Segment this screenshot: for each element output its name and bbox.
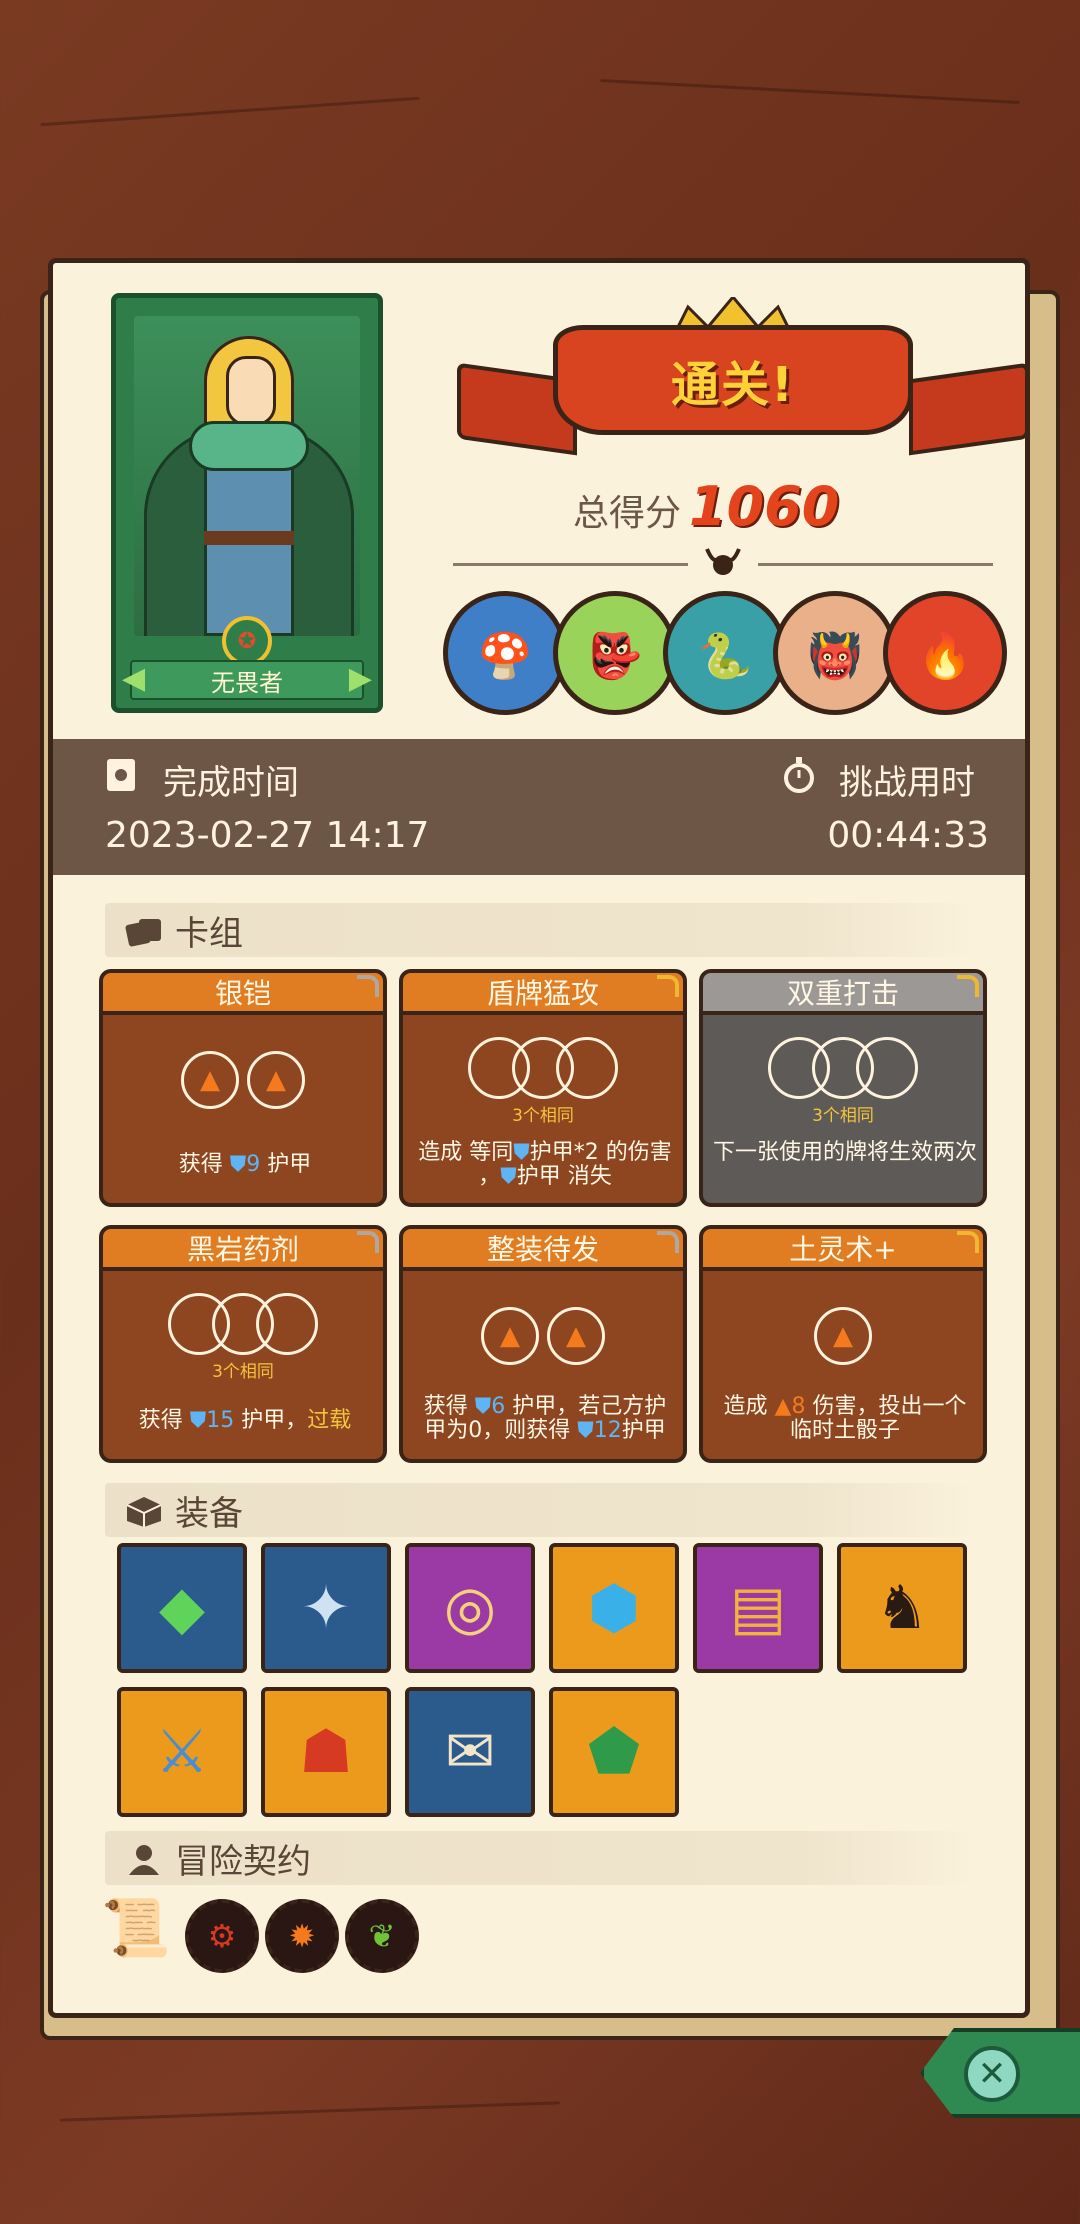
card-description: 获得 ⛊15 护甲，过载: [138, 1408, 352, 1433]
shield-icon: ⛊: [474, 1394, 492, 1419]
boss-tribal-mask-icon[interactable]: 👹: [773, 591, 897, 715]
shield-icon: ⛊: [577, 1418, 594, 1443]
deck-card[interactable]: 土灵术+ ▲ 造成 ▲8 伤害，投出一个 临时土骰子: [699, 1225, 987, 1463]
same-dice-hint: 3个相同: [212, 1362, 274, 1382]
shield-icon: ⛊: [513, 1140, 530, 1165]
boss-serpent-icon[interactable]: 🐍: [663, 591, 787, 715]
boss-mushroom-elder-icon[interactable]: 🍄: [443, 591, 567, 715]
deck-header: 卡组: [105, 903, 975, 957]
equip-scroll-icon[interactable]: ✉: [405, 1687, 535, 1817]
shield-icon: ⛊: [500, 1164, 517, 1189]
hero-portrait[interactable]: ✪ 无畏者 ◀ ▶: [111, 293, 383, 713]
boss-green-goblin-icon[interactable]: 👺: [553, 591, 677, 715]
equip-serrated-blade-icon[interactable]: ⚔: [117, 1687, 247, 1817]
card-name: 银铠: [103, 973, 383, 1015]
finish-time-label: 完成时间: [163, 763, 299, 803]
horned-skull-icon: [705, 548, 741, 575]
equip-skull-shield-icon[interactable]: ⬢: [549, 1543, 679, 1673]
score-label: 总得分: [573, 493, 682, 534]
deck-card[interactable]: 盾牌猛攻 3个相同 造成 等同⛊护甲*2 的伤害 ，⛊护甲 消失: [399, 969, 687, 1207]
fire-icon: ▲: [774, 1394, 792, 1419]
card-name: 土灵术+: [703, 1229, 983, 1271]
banner-text: 通关!: [671, 357, 795, 413]
next-arrow-icon[interactable]: ▶: [349, 664, 372, 694]
duration-label: 挑战用时: [839, 763, 975, 803]
earth-die-slot-icon: ▲: [547, 1307, 605, 1365]
earth-die-slot-icon: ▲: [247, 1051, 305, 1109]
card-name: 盾牌猛攻: [403, 973, 683, 1015]
close-icon[interactable]: ✕: [964, 2046, 1020, 2102]
equip-golden-mirror-icon[interactable]: ◎: [405, 1543, 535, 1673]
deck-card[interactable]: 黑岩药剂 3个相同 获得 ⛊15 护甲，过载: [99, 1225, 387, 1463]
earth-die-slot-icon: ▲: [181, 1051, 239, 1109]
card-description: 获得 ⛊9 护甲: [178, 1152, 312, 1177]
equip-tribal-mask-icon[interactable]: ☗: [261, 1687, 391, 1817]
box-icon: [126, 1497, 162, 1527]
person-icon: [129, 1845, 159, 1875]
completion-strip: 完成时间 2023-02-27 14:17 挑战用时 00:44:33: [53, 739, 1025, 875]
hero-title: 无畏者: [130, 660, 364, 700]
shield-icon: ⛊: [189, 1408, 207, 1433]
contract-title: 冒险契约: [175, 1841, 311, 1882]
card-name: 黑岩药剂: [103, 1229, 383, 1271]
wood-grain: [60, 2101, 560, 2122]
deck-title: 卡组: [175, 913, 243, 954]
wood-grain: [40, 96, 420, 127]
stopwatch-icon: [784, 757, 814, 793]
contract-header: 冒险契约: [105, 1831, 975, 1885]
boss-fire-demon-icon[interactable]: 🔥: [883, 591, 1007, 715]
banner-right-ribbon: [909, 362, 1025, 456]
card-name: 整装待发: [403, 1229, 683, 1271]
contract-scroll-icon[interactable]: 📜: [101, 1895, 171, 1975]
equip-spellbook-icon[interactable]: ▤: [693, 1543, 823, 1673]
divider-left: [453, 563, 688, 566]
duration-value: 00:44:33: [827, 815, 989, 856]
deck-card[interactable]: 双重打击 3个相同 下一张使用的牌将生效两次: [699, 969, 987, 1207]
contract-fire-burst-icon[interactable]: ✹: [265, 1899, 339, 1973]
equip-dark-armor-icon[interactable]: ♞: [837, 1543, 967, 1673]
finish-time-value: 2023-02-27 14:17: [105, 815, 430, 856]
earth-die-slot-icon: ▲: [814, 1307, 872, 1365]
result-panel: ✪ 无畏者 ◀ ▶ 通关! 总得分 1060 🍄 👺 🐍 👹 🔥 完成时间 20…: [48, 258, 1030, 2018]
equipment-title: 装备: [175, 1493, 243, 1534]
hero-art: [134, 316, 360, 636]
cards-icon: [125, 919, 161, 947]
equip-emerald-gem-icon[interactable]: ◆: [117, 1543, 247, 1673]
equip-green-ore-icon[interactable]: ⬟: [549, 1687, 679, 1817]
victory-banner: 通关!: [553, 325, 913, 435]
score-row: 总得分 1060: [573, 475, 893, 538]
card-description: 造成 ▲8 伤害，投出一个 临时土骰子: [723, 1394, 967, 1443]
same-dice-hint: 3个相同: [512, 1106, 574, 1126]
divider-right: [758, 563, 993, 566]
shield-icon: ⛊: [229, 1152, 247, 1177]
equipment-header: 装备: [105, 1483, 975, 1537]
prev-arrow-icon[interactable]: ◀: [122, 664, 145, 694]
deck-card[interactable]: 整装待发 ▲ ▲ 获得 ⛊6 护甲，若己方护 甲为0，则获得 ⛊12护甲: [399, 1225, 687, 1463]
score-value: 1060: [689, 475, 840, 538]
earth-die-slot-icon: ▲: [481, 1307, 539, 1365]
film-calendar-icon: [107, 759, 135, 791]
contract-green-leaf-icon[interactable]: ❦: [345, 1899, 419, 1973]
card-description: 获得 ⛊6 护甲，若己方护 甲为0，则获得 ⛊12护甲: [423, 1394, 667, 1443]
card-name: 双重打击: [703, 973, 983, 1015]
same-dice-hint: 3个相同: [812, 1106, 874, 1126]
wood-grain: [600, 79, 1020, 104]
equip-compass-star-icon[interactable]: ✦: [261, 1543, 391, 1673]
contract-red-rune-icon[interactable]: ⚙: [185, 1899, 259, 1973]
medal-icon: ✪: [222, 616, 272, 666]
card-description: 下一张使用的牌将生效两次: [713, 1140, 978, 1165]
deck-card[interactable]: 银铠 ▲ ▲ 获得 ⛊9 护甲: [99, 969, 387, 1207]
defeated-bosses: 🍄 👺 🐍 👹 🔥: [443, 591, 1007, 719]
card-description: 造成 等同⛊护甲*2 的伤害 ，⛊护甲 消失: [418, 1140, 672, 1189]
